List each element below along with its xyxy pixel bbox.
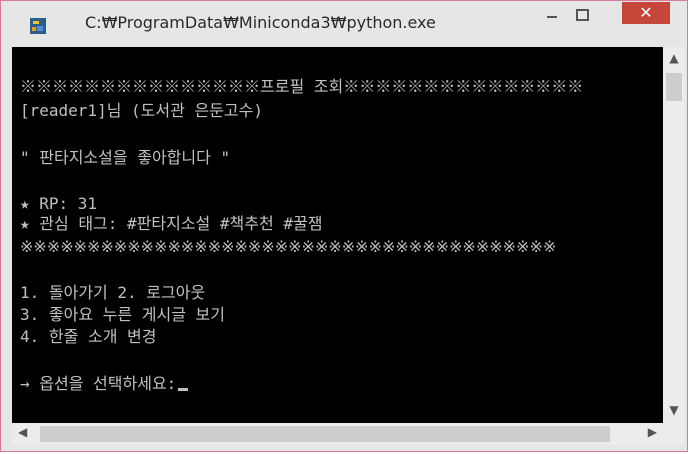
resize-grip-icon[interactable]: [663, 423, 685, 445]
maximize-button[interactable]: [568, 5, 596, 27]
console-line: ★ RP: 31: [20, 194, 98, 213]
console-prompt: → 옵션을 선택하세요:: [20, 374, 177, 393]
vertical-scrollbar[interactable]: ▲ ▼: [663, 47, 685, 423]
console-line: 4. 한줄 소개 변경: [20, 327, 157, 346]
vertical-scroll-thumb[interactable]: [666, 73, 682, 101]
minimize-icon: [547, 16, 557, 18]
title-bar[interactable]: C:₩ProgramData₩Miniconda3₩python.exe ✕: [1, 1, 687, 47]
scroll-left-arrow-icon[interactable]: ◀: [18, 425, 34, 443]
scroll-up-arrow-icon[interactable]: ▲: [663, 51, 685, 67]
close-button[interactable]: ✕: [622, 2, 670, 24]
console-line: ※※※※※※※※※※※※※※※※※※※※※※※※※※※※※※※※※※※※※※※※: [20, 237, 557, 256]
console-line: 3. 좋아요 누른 게시글 보기: [20, 305, 225, 324]
console-window: C:₩ProgramData₩Miniconda3₩python.exe ✕ ※…: [0, 0, 688, 452]
console-output[interactable]: ※※※※※※※※※※※※※※※프로필 조회※※※※※※※※※※※※※※※ [re…: [12, 47, 663, 423]
console-line: ※※※※※※※※※※※※※※※프로필 조회※※※※※※※※※※※※※※※: [20, 77, 584, 96]
scroll-down-arrow-icon[interactable]: ▼: [663, 403, 685, 419]
console-line: 1. 돌아가기 2. 로그아웃: [20, 283, 206, 302]
maximize-icon: [576, 9, 589, 21]
text-cursor: [178, 388, 189, 391]
window-title: C:₩ProgramData₩Miniconda3₩python.exe: [85, 13, 436, 32]
python-app-icon: [30, 18, 46, 34]
console-line: ★ 관심 태그: #판타지소설 #책추천 #꿀잼: [20, 214, 323, 233]
scroll-right-arrow-icon[interactable]: ▶: [641, 425, 657, 443]
close-icon: ✕: [639, 3, 653, 22]
console-prompt-line[interactable]: → 옵션을 선택하세요:: [20, 374, 189, 393]
console-line: " 판타지소설을 좋아합니다 ": [20, 148, 231, 167]
console-line: [reader1]님 (도서관 은둔고수): [20, 101, 263, 120]
minimize-button[interactable]: [538, 5, 566, 27]
horizontal-scrollbar[interactable]: ◀ ▶: [12, 423, 663, 445]
horizontal-scroll-thumb[interactable]: [40, 426, 610, 442]
